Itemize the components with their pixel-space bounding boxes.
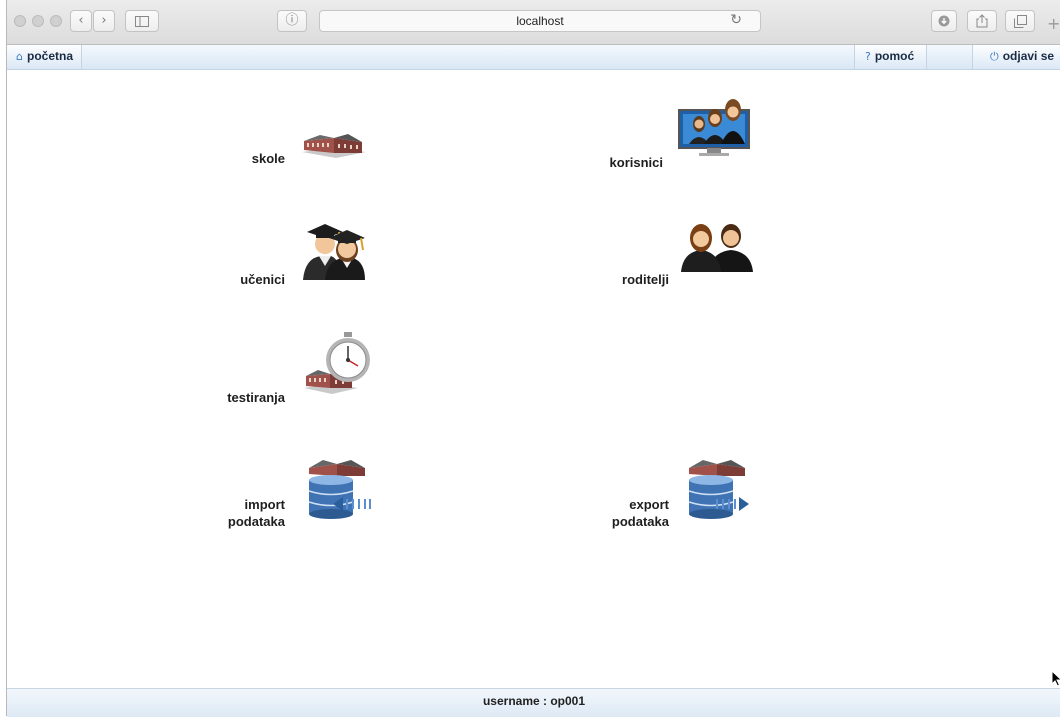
status-bar: username : op001 xyxy=(7,688,1060,717)
users-monitor-icon[interactable] xyxy=(677,98,753,158)
home-button[interactable]: ⌂ početna xyxy=(7,45,82,69)
import-label-line1: import xyxy=(244,497,285,512)
browser-window: ‹ › ⓘ localhost ↻ + ⌂ početna ? pomoć ⏻ … xyxy=(6,0,1060,717)
home-label: početna xyxy=(26,49,73,63)
tabs-icon xyxy=(1013,15,1027,28)
testiranja-label[interactable]: testiranja xyxy=(207,389,285,406)
database-export-icon[interactable] xyxy=(683,454,753,520)
new-tab-button[interactable]: + xyxy=(1047,14,1060,33)
database-import-icon[interactable] xyxy=(303,454,373,520)
import-label-line2: podataka xyxy=(227,514,285,529)
mouse-pointer-icon xyxy=(1051,670,1060,687)
help-label: pomoć xyxy=(874,49,915,63)
app-navigation-bar: ⌂ početna ? pomoć ⏻ odjavi se xyxy=(7,45,1060,70)
korisnici-label[interactable]: korisnici xyxy=(593,154,663,171)
forward-button[interactable]: › xyxy=(93,10,115,32)
share-button[interactable] xyxy=(967,10,997,32)
downloads-button[interactable] xyxy=(931,10,957,32)
minimize-window-button[interactable] xyxy=(32,15,44,27)
question-icon: ? xyxy=(865,50,871,63)
username-status: username : op001 xyxy=(482,694,586,708)
zoom-window-button[interactable] xyxy=(50,15,62,27)
browser-toolbar: ‹ › ⓘ localhost ↻ + xyxy=(7,0,1060,45)
reload-icon[interactable]: ↻ xyxy=(730,12,742,28)
logout-label: odjavi se xyxy=(1002,49,1055,63)
export-label-line1: export xyxy=(629,497,669,512)
skole-label[interactable]: skole xyxy=(217,150,285,167)
sidebar-icon xyxy=(135,16,149,27)
power-icon: ⏻ xyxy=(990,50,999,63)
help-button[interactable]: ? pomoć xyxy=(854,45,927,69)
import-label[interactable]: import podataka xyxy=(207,496,285,530)
stopwatch-school-icon[interactable] xyxy=(302,330,374,396)
graduate-students-icon[interactable] xyxy=(301,214,367,282)
ucenici-label[interactable]: učenici xyxy=(207,271,285,288)
logout-button[interactable]: ⏻ odjavi se xyxy=(972,45,1060,69)
site-info-button[interactable]: ⓘ xyxy=(277,10,307,32)
back-button[interactable]: ‹ xyxy=(70,10,92,32)
sidebar-toggle-button[interactable] xyxy=(125,10,159,32)
tabs-overview-button[interactable] xyxy=(1005,10,1035,32)
share-icon xyxy=(976,14,988,28)
parents-icon[interactable] xyxy=(679,222,755,274)
download-icon xyxy=(938,15,950,27)
export-label[interactable]: export podataka xyxy=(593,496,669,530)
address-bar[interactable]: localhost ↻ xyxy=(319,10,761,32)
roditelji-label[interactable]: roditelji xyxy=(593,271,669,288)
school-building-icon[interactable] xyxy=(300,132,368,160)
close-window-button[interactable] xyxy=(14,15,26,27)
house-icon: ⌂ xyxy=(16,50,23,63)
export-label-line2: podataka xyxy=(611,514,669,529)
url-text: localhost xyxy=(516,14,564,28)
